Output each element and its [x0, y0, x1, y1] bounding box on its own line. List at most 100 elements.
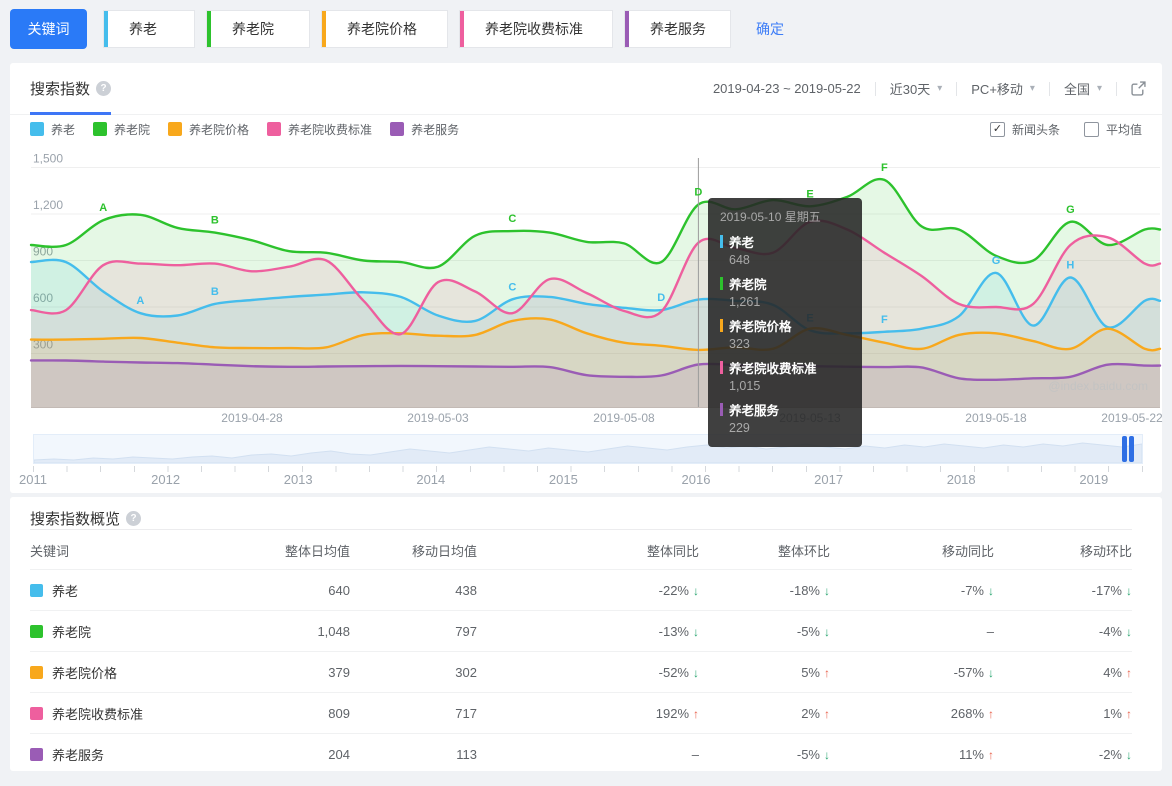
pct-change: 268% ↑: [950, 705, 994, 721]
pct-change: -2% ↓: [1098, 746, 1132, 762]
overall-daily-avg: 204: [328, 746, 350, 762]
mobile-daily-avg: 797: [455, 623, 477, 639]
timeline-brush[interactable]: [33, 434, 1143, 464]
timeline-years: 2011 2012 2013 2014 2015 2016 2017 2018 2019: [10, 472, 1162, 488]
headline-marker-C[interactable]: C: [508, 213, 516, 225]
headline-marker-G[interactable]: G: [992, 255, 1001, 267]
keyword-swatch: [30, 665, 43, 679]
timeline-year-label: 2015: [548, 472, 578, 487]
device-select[interactable]: PC+移动 ▾: [971, 79, 1035, 98]
checkbox-average[interactable]: 平均值: [1083, 121, 1142, 138]
tooltip-series-name: 养老院: [720, 274, 850, 293]
divider: [1048, 81, 1050, 96]
legend-item-1[interactable]: 养老: [30, 121, 75, 138]
timeline-handle-right[interactable]: [1129, 436, 1134, 462]
legend-swatch: [168, 122, 183, 136]
down-arrow-icon: ↓: [1126, 583, 1132, 598]
legend-swatch: [390, 122, 405, 136]
trend-chart[interactable]: 3006009001,2001,500ABCDEFGHABCDEFG@index…: [10, 150, 1162, 408]
timeline-year-label: 2017: [814, 472, 844, 487]
mobile-daily-avg: 717: [455, 705, 477, 721]
headline-marker-A[interactable]: A: [99, 202, 107, 214]
timeline-handle-left[interactable]: [1122, 436, 1127, 462]
table-row[interactable]: 养老院价格 379 302 -52% ↓ 5% ↑ -57% ↓ 4% ↑: [30, 651, 1132, 692]
checkbox-news-headlines[interactable]: ✓ 新闻头条: [989, 121, 1060, 138]
timeline-year-label: 2018: [946, 472, 976, 487]
keyword-swatch: [30, 747, 43, 761]
headline-marker-D[interactable]: D: [657, 292, 665, 304]
keyword-color-bar: [104, 11, 108, 47]
keyword-input-3[interactable]: 养老院价格: [321, 10, 448, 48]
pct-change: -5% ↓: [796, 623, 830, 639]
index-overview-panel: 搜索指数概览 ? 关键词 整体日均值 移动日均值 整体同比 整体环比 移动同比 移动环比 养…: [10, 497, 1162, 771]
timeline-year-label: 2012: [151, 472, 181, 487]
tab-label: 搜索指数: [30, 81, 91, 98]
keyword-input-1[interactable]: 养老: [103, 10, 195, 48]
keyword-input-5[interactable]: 养老服务: [624, 10, 731, 48]
table-body: 养老 640 438 -22% ↓ -18% ↓ -7% ↓ -17% ↓ 养老院 1,048 797 -1…: [30, 569, 1132, 774]
x-axis-labels: 2019-04-282019-05-032019-05-082019-05-13…: [10, 411, 1162, 427]
confirm-link[interactable]: 确定: [756, 19, 784, 39]
row-keyword: 养老院价格: [30, 663, 250, 682]
chart-tooltip: 2019-05-10 星期五 养老 648 养老院 1,261 养老院价格 323 养老院收…: [708, 198, 862, 447]
down-arrow-icon: ↓: [1126, 624, 1132, 639]
help-icon[interactable]: ?: [126, 511, 142, 526]
headline-marker-D[interactable]: D: [694, 187, 702, 199]
tooltip-series-value: 1,015: [729, 379, 761, 393]
watermark: @index.baidu.com: [1048, 379, 1148, 393]
legend-item-4[interactable]: 养老院收费标准: [267, 121, 372, 138]
tooltip-series-value: 323: [729, 337, 750, 351]
keyword-input-4[interactable]: 养老院收费标准: [459, 10, 613, 48]
date-range[interactable]: 2019-04-23 ~ 2019-05-22: [713, 81, 861, 96]
column-header: 关键词: [30, 543, 70, 559]
headline-marker-C[interactable]: C: [508, 281, 516, 293]
column-header: 移动日均值: [411, 543, 477, 559]
legend-item-2[interactable]: 养老院: [93, 121, 150, 138]
legend-swatch: [93, 122, 108, 136]
pct-change: 11% ↑: [958, 746, 994, 762]
legend-item-3[interactable]: 养老院价格: [168, 121, 249, 138]
external-link-icon[interactable]: [1131, 81, 1146, 96]
range-select[interactable]: 近30天 ▾: [890, 79, 943, 98]
headline-marker-F[interactable]: F: [881, 314, 888, 326]
column-header: 移动环比: [1079, 543, 1132, 559]
pct-change: -18% ↓: [789, 582, 830, 598]
region-select[interactable]: 全国 ▾: [1064, 79, 1102, 98]
row-keyword: 养老院: [30, 622, 250, 641]
pct-change: -13% ↓: [658, 623, 699, 639]
legend-row: 养老 养老院 养老院价格 养老院收费标准 养老服务 ✓ 新闻头条 平均值: [30, 120, 1142, 138]
mobile-daily-avg: 113: [456, 746, 477, 762]
keyword-input-2[interactable]: 养老院: [206, 10, 310, 48]
legend: 养老 养老院 养老院价格 养老院收费标准 养老服务: [30, 121, 477, 138]
headline-marker-B[interactable]: B: [211, 215, 219, 227]
divider: [956, 81, 958, 96]
panel-header: 搜索指数 ? 2019-04-23 ~ 2019-05-22 近30天 ▾ PC+…: [10, 63, 1162, 115]
table-row[interactable]: 养老 640 438 -22% ↓ -18% ↓ -7% ↓ -17% ↓: [30, 569, 1132, 610]
headline-marker-H[interactable]: H: [1066, 260, 1074, 272]
overview-title: 搜索指数概览 ?: [30, 508, 142, 529]
mobile-daily-avg: 302: [455, 664, 477, 680]
tab-search-index[interactable]: 搜索指数 ?: [30, 78, 112, 115]
table-row[interactable]: 养老服务 204 113 – -5% ↓ 11% ↑ -2% ↓: [30, 733, 1132, 774]
column-header: 整体同比: [646, 543, 699, 559]
tooltip-series-name: 养老院收费标准: [720, 358, 850, 377]
help-icon[interactable]: ?: [96, 81, 112, 96]
headline-marker-F[interactable]: F: [881, 162, 888, 174]
legend-item-5[interactable]: 养老服务: [390, 121, 459, 138]
headline-marker-B[interactable]: B: [211, 286, 219, 298]
divider: [874, 81, 876, 96]
pct-change: 192% ↑: [655, 705, 699, 721]
column-header: 整体日均值: [284, 543, 350, 559]
tooltip-series-value: 1,261: [729, 295, 761, 309]
row-keyword: 养老: [30, 581, 250, 600]
table-row[interactable]: 养老院收费标准 809 717 192% ↑ 2% ↑ 268% ↑ 1% ↑: [30, 692, 1132, 733]
table-row[interactable]: 养老院 1,048 797 -13% ↓ -5% ↓ – -4% ↓: [30, 610, 1132, 651]
chevron-down-icon: ▾: [1096, 83, 1102, 94]
keyword-button[interactable]: 关键词: [10, 9, 87, 49]
pct-change: -7% ↓: [960, 582, 994, 598]
row-keyword: 养老服务: [30, 745, 250, 764]
headline-marker-G[interactable]: G: [1066, 204, 1075, 216]
headline-marker-A[interactable]: A: [136, 295, 144, 307]
overall-daily-avg: 1,048: [317, 623, 350, 639]
tooltip-color-bar: [720, 403, 723, 416]
